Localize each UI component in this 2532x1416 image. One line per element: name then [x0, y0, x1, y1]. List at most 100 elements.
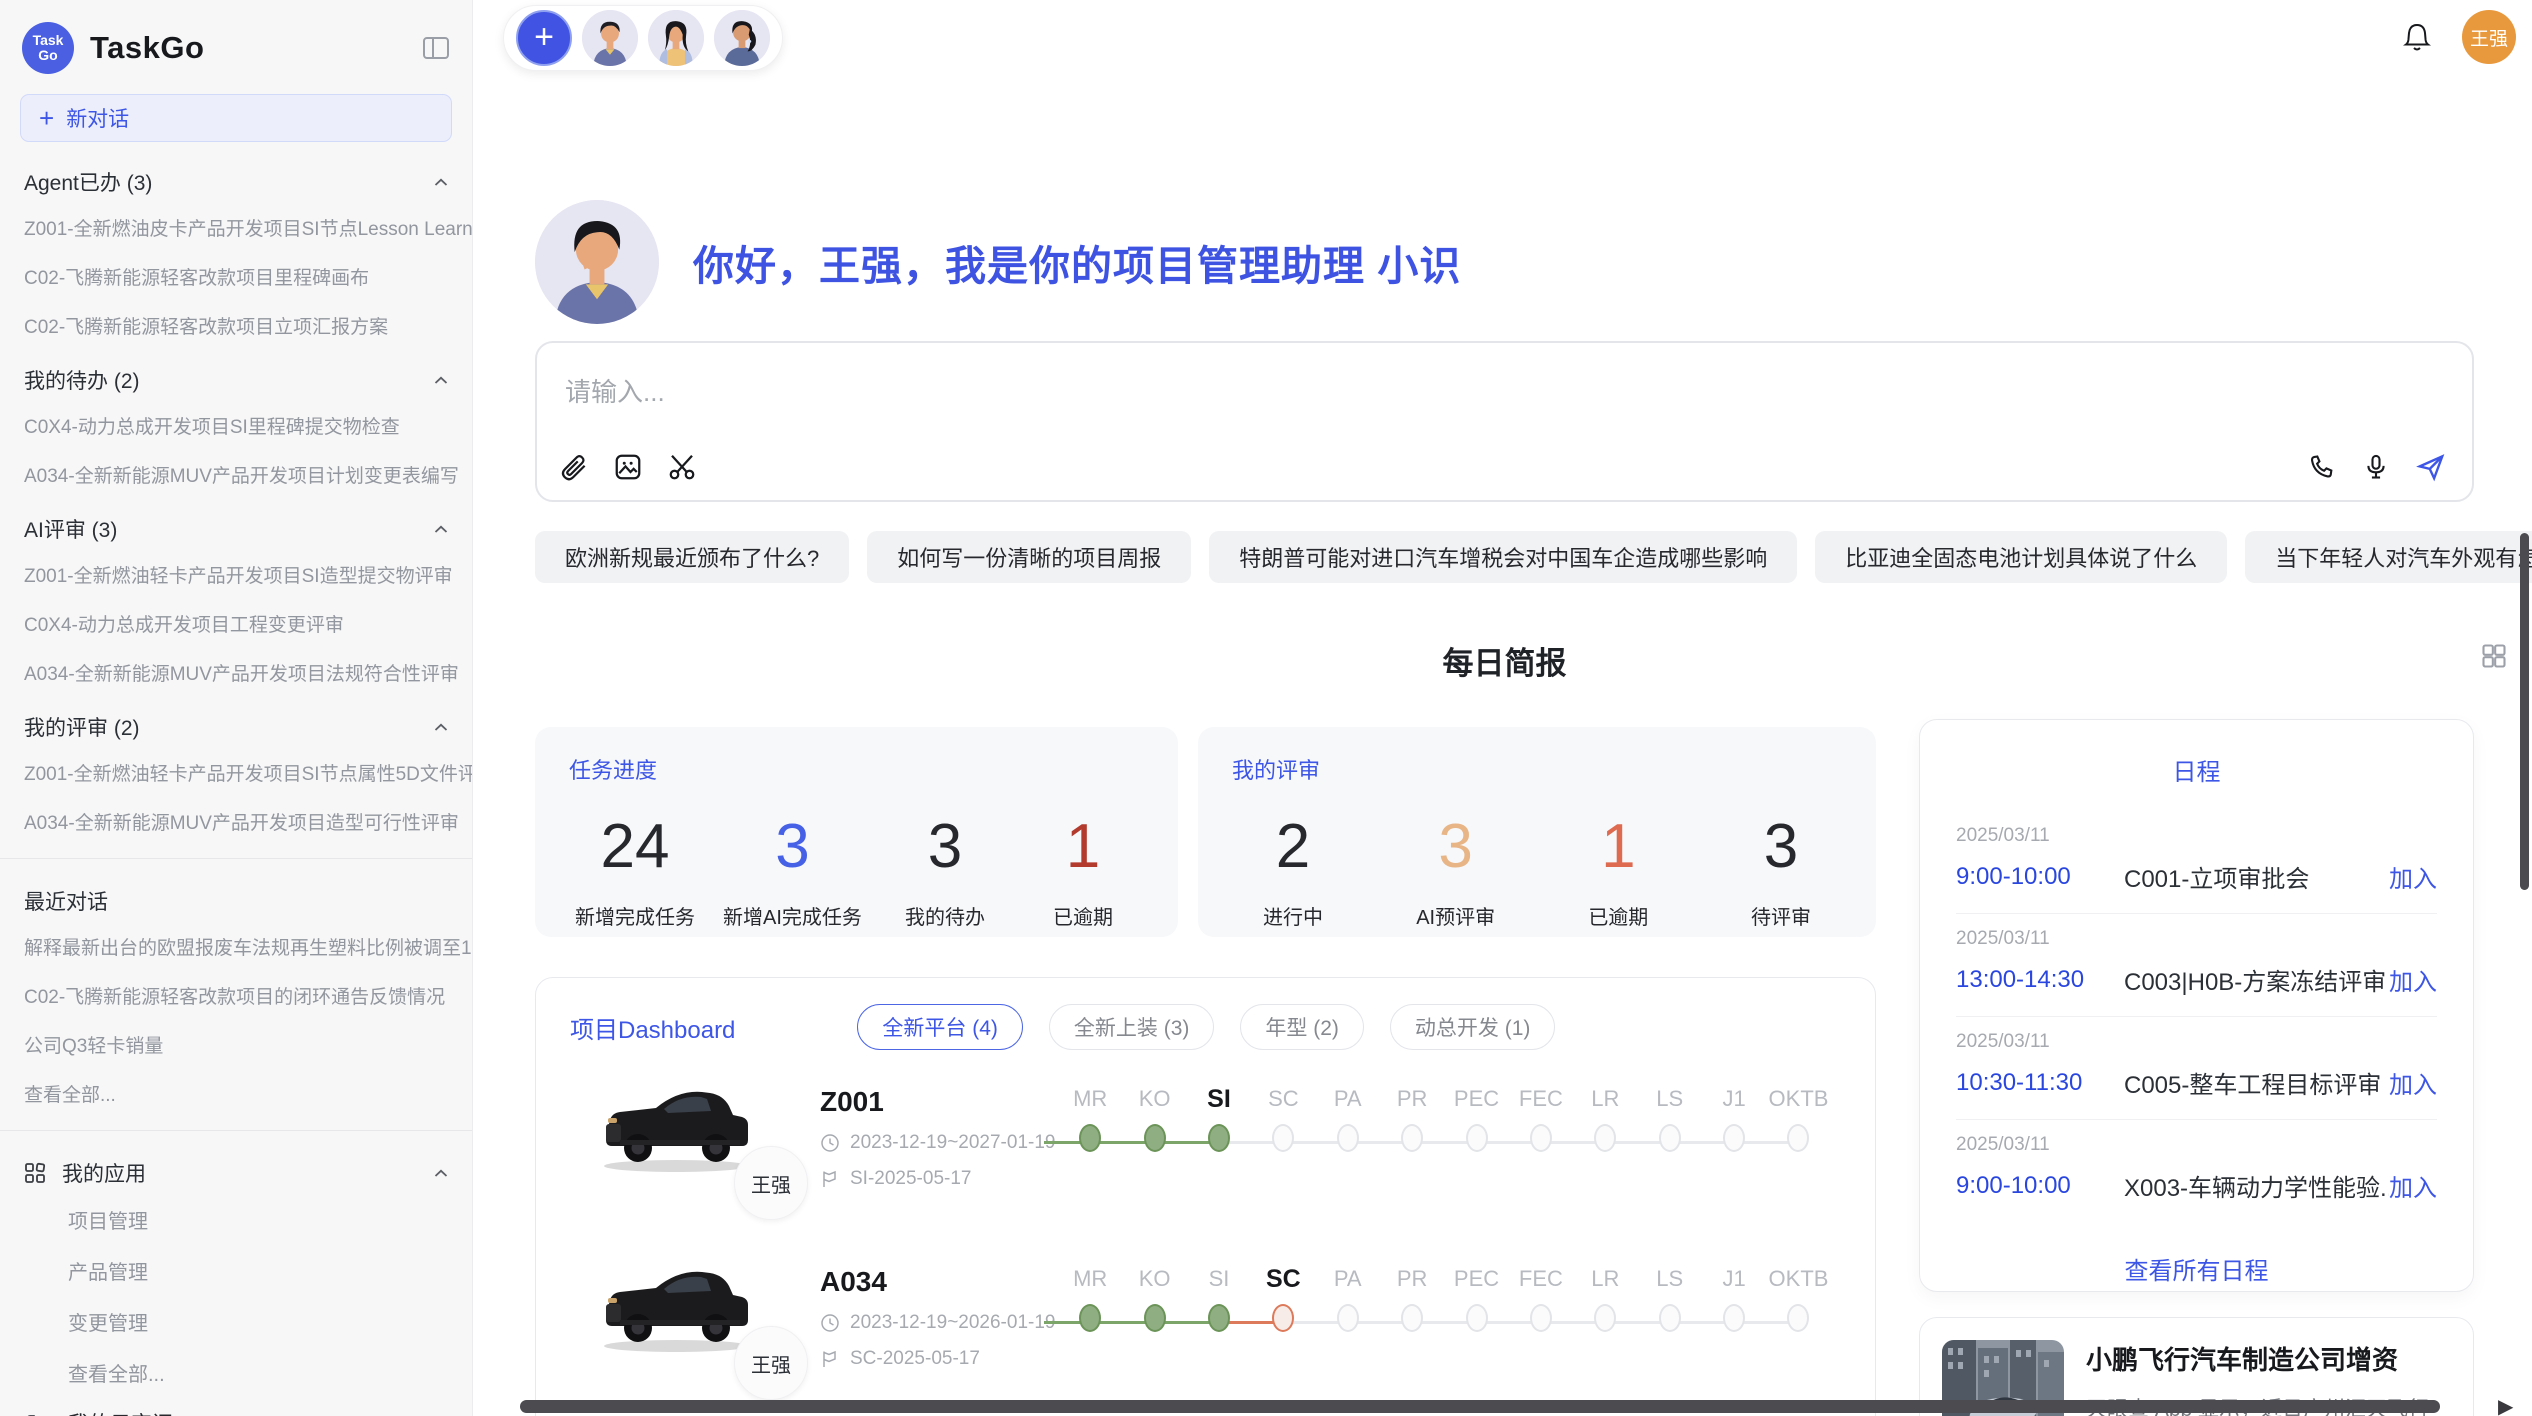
sidebar-section-header[interactable]: 我的评审 (2): [0, 697, 472, 748]
sidebar-section-header[interactable]: Agent已办 (3): [0, 152, 472, 203]
milestone-node: [1401, 1124, 1423, 1152]
sidebar-item[interactable]: C02-飞腾新能源轻客改款项目立项汇报方案: [0, 301, 472, 350]
app-sub-item[interactable]: 查看全部...: [0, 1347, 472, 1398]
scissors-icon[interactable]: [667, 452, 697, 482]
schedule-date: 2025/03/11: [1956, 825, 2437, 847]
milestone-timeline: MRKOSISCPAPRPECFECLRLSJ1OKTB: [1058, 1258, 1831, 1332]
divider: [0, 858, 472, 859]
contact-avatar-2[interactable]: [648, 10, 704, 66]
layout-grid-icon[interactable]: [2480, 642, 2508, 670]
schedule-event-title: X003-车辆动力学性能验...: [2124, 1168, 2389, 1203]
app-sub-item[interactable]: 产品管理: [0, 1245, 472, 1296]
contact-avatar-1[interactable]: [582, 10, 638, 66]
project-row[interactable]: 王强Z0012023-12-19~2027-01-19SI-2025-05-17…: [536, 1078, 1875, 1236]
stat-value: 3: [775, 807, 809, 887]
milestone-label: SI: [1207, 1084, 1231, 1114]
milestone-node: [1144, 1124, 1166, 1152]
sidebar-section-label: AI评审 (3): [24, 514, 117, 544]
stat-card: 我的评审2进行中3AI预评审1已逾期3待评审: [1198, 727, 1876, 937]
sidebar-section-header[interactable]: AI评审 (3): [0, 499, 472, 550]
sidebar-item-my-cloud[interactable]: 我的云空间: [0, 1398, 472, 1416]
schedule-card: 日程 2025/03/119:00-10:00C001-立项审批会加入2025/…: [1919, 719, 2474, 1292]
schedule-event-title: C003|H0B-方案冻结评审: [2124, 962, 2389, 997]
phone-icon[interactable]: [2308, 453, 2336, 481]
message-input[interactable]: [551, 357, 2151, 427]
pickup-truck-image: [590, 1078, 762, 1174]
recent-chat-item[interactable]: C02-飞腾新能源轻客改款项目的闭环通告反馈情况: [0, 971, 472, 1020]
sidebar-collapse-icon[interactable]: [422, 36, 450, 60]
new-chat-button[interactable]: + 新对话: [20, 94, 452, 142]
project-row[interactable]: 王强A0342023-12-19~2026-01-19SC-2025-05-17…: [536, 1258, 1875, 1416]
add-contact-button[interactable]: +: [516, 10, 572, 66]
app-sub-item[interactable]: 项目管理: [0, 1194, 472, 1245]
suggestion-chip[interactable]: 欧洲新规最近颁布了什么?: [535, 531, 849, 583]
composer-tools-right: [2308, 452, 2446, 482]
contact-avatar-3[interactable]: [714, 10, 770, 66]
app-sub-item[interactable]: 变更管理: [0, 1296, 472, 1347]
sidebar-item[interactable]: C02-飞腾新能源轻客改款项目里程碑画布: [0, 252, 472, 301]
suggestion-chip[interactable]: 比亚迪全固态电池计划具体说了什么: [1815, 531, 2227, 583]
milestone-node: [1272, 1304, 1294, 1332]
sidebar-item[interactable]: C0X4-动力总成开发项目SI里程碑提交物检查: [0, 401, 472, 450]
recent-chat-item[interactable]: 公司Q3轻卡销量: [0, 1020, 472, 1069]
notification-bell-icon[interactable]: [2402, 21, 2432, 53]
suggestion-chips: 欧洲新规最近颁布了什么? 如何写一份清晰的项目周报特朗普可能对进口汽车增税会对中国…: [535, 531, 2474, 583]
sidebar-item[interactable]: C0X4-动力总成开发项目工程变更评审: [0, 599, 472, 648]
milestone-label: LS: [1656, 1264, 1683, 1294]
stat-grid: 2进行中3AI预评审1已逾期3待评审: [1232, 807, 1842, 930]
stat-value: 3: [1438, 807, 1472, 887]
join-link[interactable]: 加入: [2389, 1065, 2437, 1100]
sidebar-scroll-area[interactable]: Agent已办 (3)Z001-全新燃油皮卡产品开发项目SI节点Lesson L…: [0, 152, 472, 1416]
suggestion-chip[interactable]: 特朗普可能对进口汽车增税会对中国车企造成哪些影响: [1209, 531, 1797, 583]
dashboard-filter[interactable]: 动总开发 (1): [1390, 1004, 1556, 1050]
image-icon[interactable]: [613, 452, 643, 482]
stat-card-title: 任务进度: [569, 753, 1144, 785]
recent-chat-item[interactable]: 解释最新出台的欧盟报废车法规再生塑料比例被调至15%...: [0, 922, 472, 971]
sidebar-section-header[interactable]: 我的待办 (2): [0, 350, 472, 401]
microphone-icon[interactable]: [2362, 453, 2390, 481]
join-link[interactable]: 加入: [2389, 859, 2437, 894]
logo-text-top: Task: [33, 33, 64, 48]
user-avatar[interactable]: 王强: [2462, 10, 2516, 64]
milestone-label: FEC: [1519, 1264, 1563, 1294]
dashboard-filter[interactable]: 全新平台 (4): [857, 1004, 1023, 1050]
milestone-label: OKTB: [1769, 1084, 1829, 1114]
view-all-schedule-link[interactable]: 查看所有日程: [1956, 1251, 2437, 1286]
stat-cell: 3AI预评审: [1401, 807, 1511, 930]
stat-cell: 3待评审: [1726, 807, 1836, 930]
sidebar-section-recent[interactable]: 最近对话: [0, 871, 472, 922]
sidebar-item[interactable]: Z001-全新燃油轻卡产品开发项目SI节点属性5D文件评审: [0, 748, 472, 797]
send-icon[interactable]: [2416, 452, 2446, 482]
join-link[interactable]: 加入: [2389, 962, 2437, 997]
project-info: Z0012023-12-19~2027-01-19SI-2025-05-17: [820, 1078, 1058, 1190]
milestone-label: PA: [1334, 1084, 1362, 1114]
dashboard-filter[interactable]: 年型 (2): [1240, 1004, 1364, 1050]
sidebar: Task Go TaskGo + 新对话 Agent已办 (3)Z001-全新燃…: [0, 0, 473, 1416]
greeting-text: 你好，王强，我是你的项目管理助理 小识: [693, 232, 1461, 292]
schedule-main-row: 9:00-10:00X003-车辆动力学性能验...加入: [1956, 1168, 2437, 1203]
milestone-label: J1: [1722, 1264, 1745, 1294]
recent-chat-item[interactable]: 查看全部...: [0, 1069, 472, 1118]
sidebar-item[interactable]: A034-全新新能源MUV产品开发项目法规符合性评审: [0, 648, 472, 697]
milestone-label: MR: [1073, 1084, 1107, 1114]
schedule-time: 13:00-14:30: [1956, 966, 2124, 994]
milestone-label: SC: [1266, 1264, 1301, 1294]
project-code: Z001: [820, 1086, 1058, 1118]
dashboard-filter[interactable]: 全新上装 (3): [1049, 1004, 1215, 1050]
sidebar-item[interactable]: Z001-全新燃油皮卡产品开发项目SI节点Lesson Learn报告: [0, 203, 472, 252]
scroll-right-arrow[interactable]: ▶: [2498, 1394, 2513, 1416]
milestone-node: [1530, 1304, 1552, 1332]
sidebar-item[interactable]: Z001-全新燃油轻卡产品开发项目SI造型提交物评审: [0, 550, 472, 599]
vertical-scrollbar[interactable]: [2520, 533, 2529, 890]
sidebar-item[interactable]: A034-全新新能源MUV产品开发项目造型可行性评审: [0, 797, 472, 846]
sidebar-section-my-apps[interactable]: 我的应用: [0, 1143, 472, 1194]
horizontal-scrollbar[interactable]: [520, 1400, 2440, 1413]
join-link[interactable]: 加入: [2389, 1168, 2437, 1203]
suggestion-chip[interactable]: 当下年轻人对汽车外观有怎样的喜好趋势: [2245, 531, 2532, 583]
sidebar-header: Task Go TaskGo: [0, 0, 472, 88]
sidebar-item[interactable]: A034-全新新能源MUV产品开发项目计划变更表编写: [0, 450, 472, 499]
project-car: 王强: [590, 1258, 762, 1358]
suggestion-chip[interactable]: 如何写一份清晰的项目周报: [867, 531, 1191, 583]
stat-cell: 3我的待办: [890, 807, 1000, 930]
attachment-icon[interactable]: [559, 452, 589, 482]
